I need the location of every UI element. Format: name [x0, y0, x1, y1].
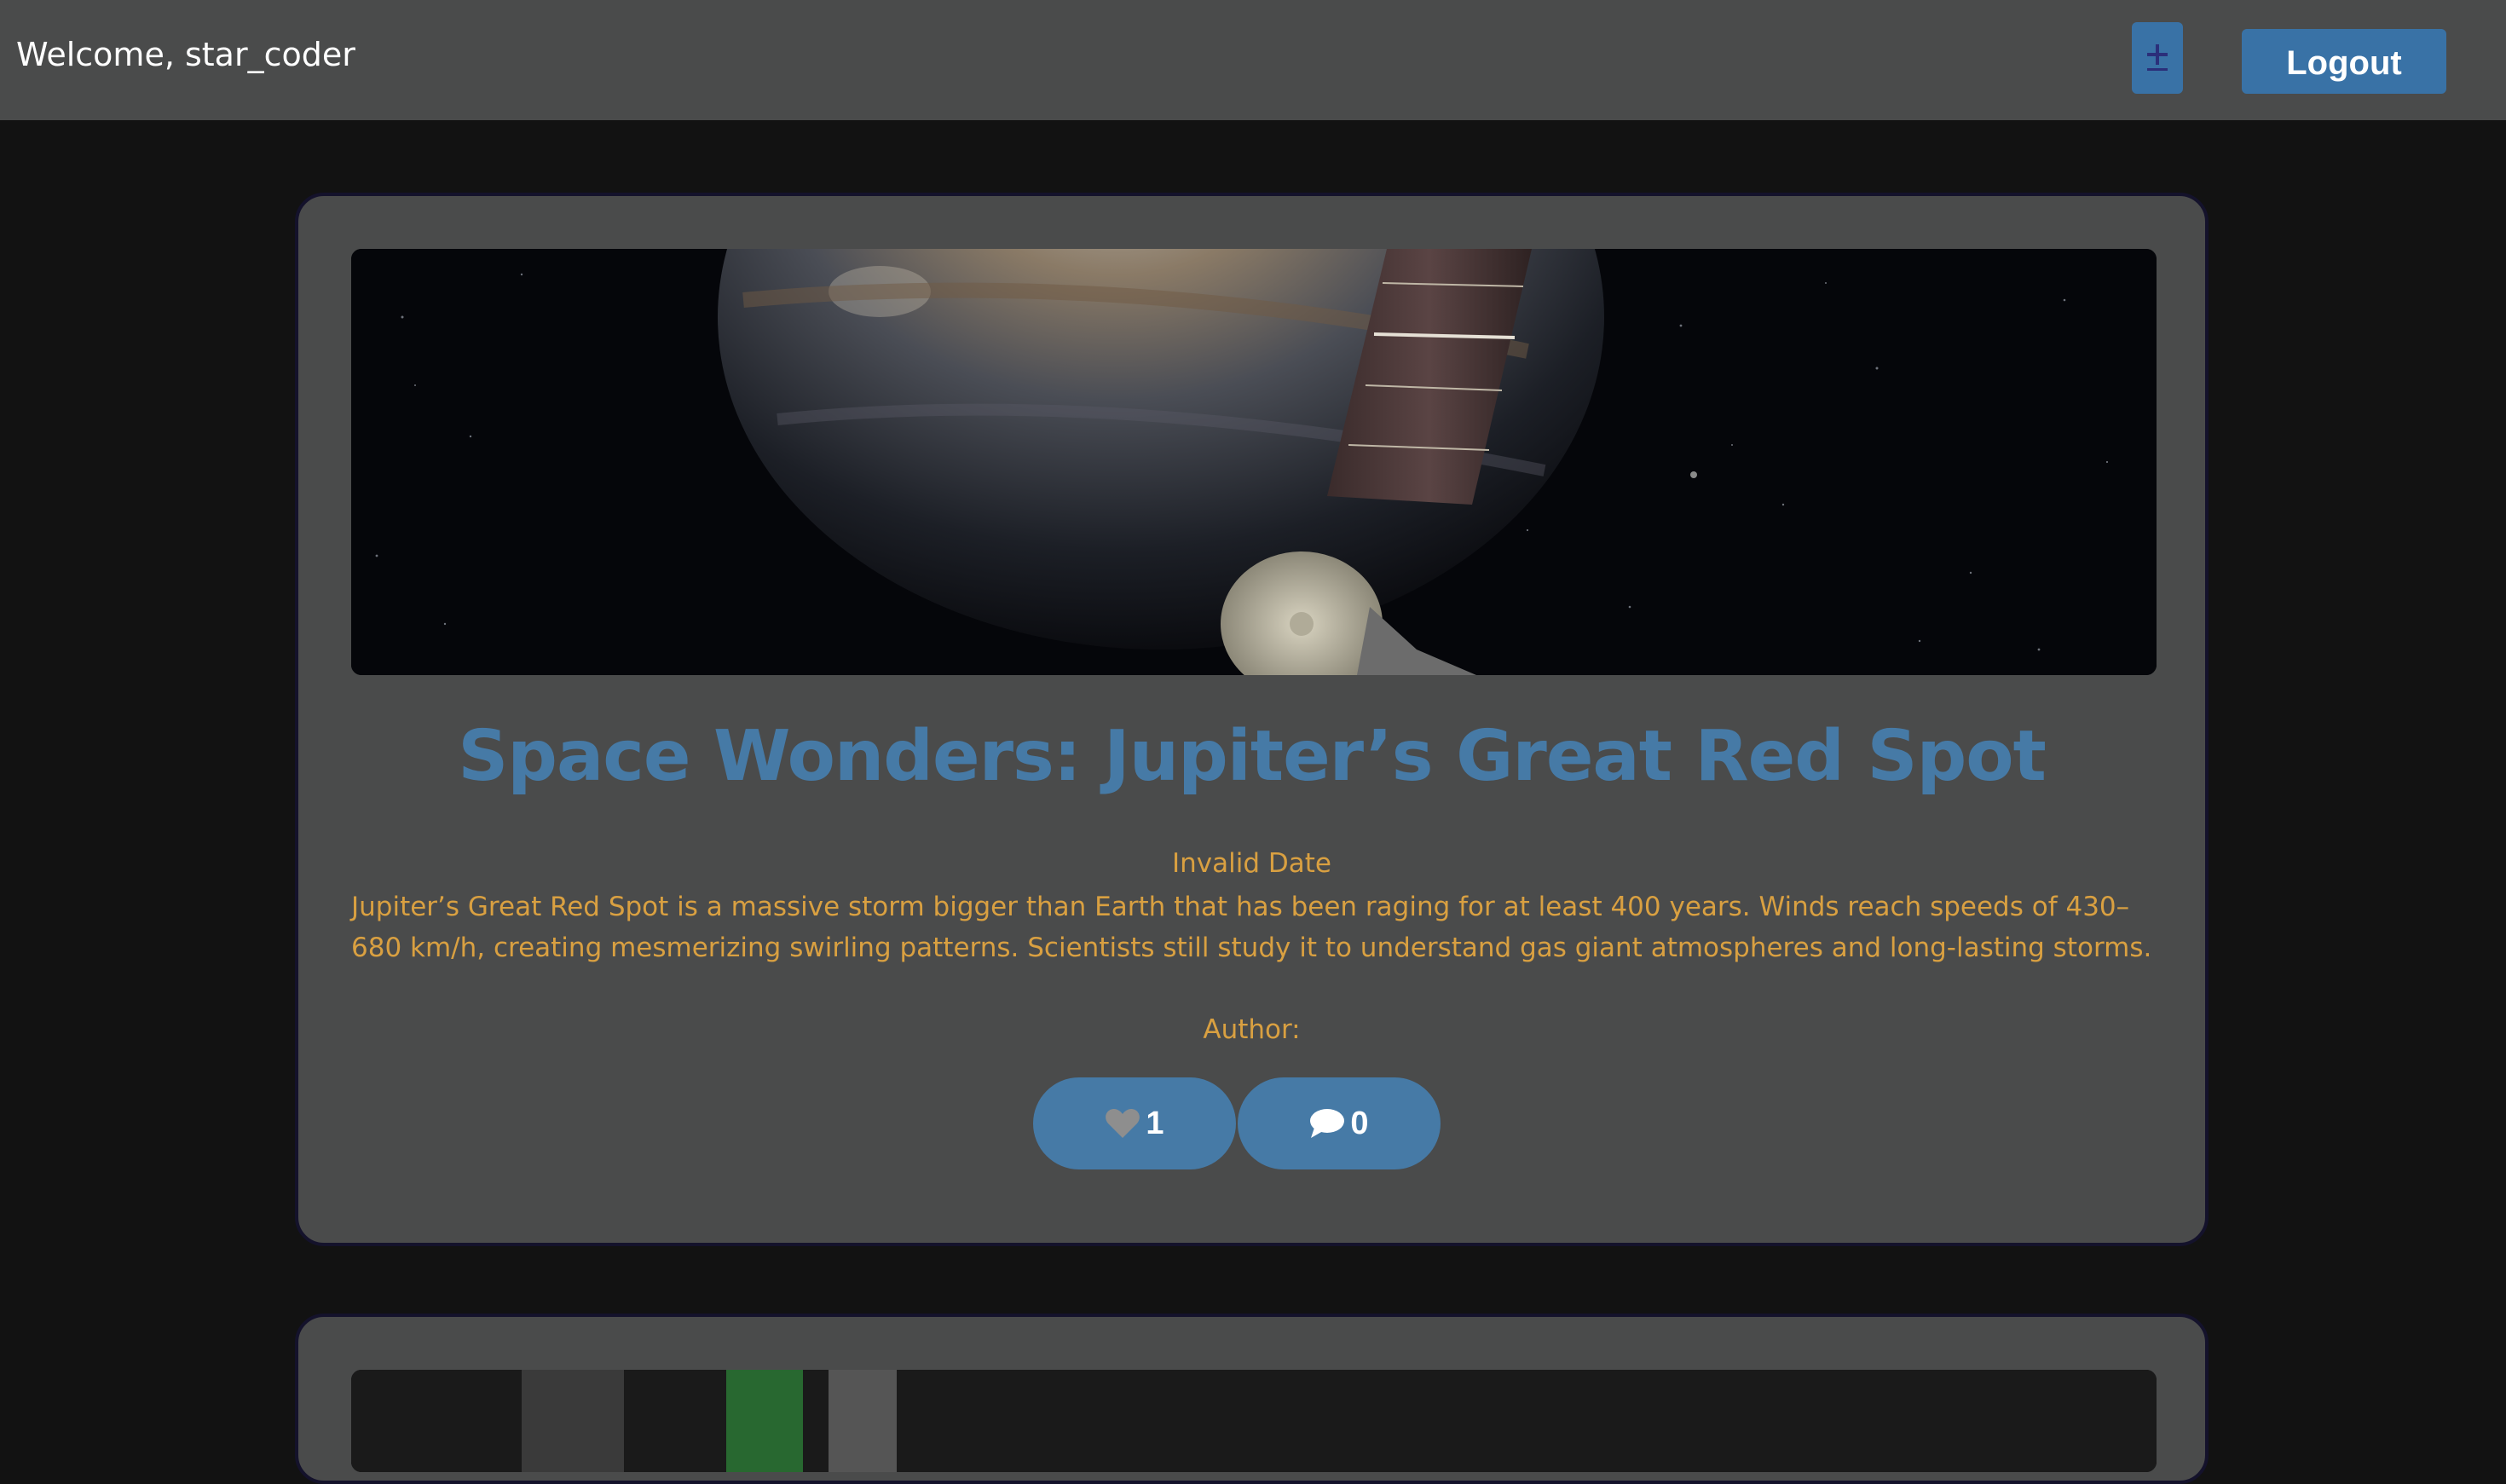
like-count: 1: [1146, 1105, 1164, 1141]
post-author: Author:: [1203, 1014, 1301, 1045]
comment-icon: [1309, 1107, 1345, 1140]
post-image: [351, 1370, 2157, 1472]
plus-minus-icon: [2145, 41, 2170, 75]
welcome-message: Welcome, star_coder: [16, 36, 355, 73]
post-image: [351, 249, 2157, 675]
post-card: Space Wonders: Jupiter’s Great Red Spot …: [295, 193, 2209, 1246]
post-title[interactable]: Space Wonders: Jupiter’s Great Red Spot: [298, 716, 2205, 797]
post-card: [295, 1314, 2209, 1484]
post-actions: 1 0: [1033, 1077, 1441, 1169]
comment-count: 0: [1350, 1105, 1369, 1141]
post-date: Invalid Date: [1172, 848, 1331, 879]
add-post-button[interactable]: [2132, 22, 2183, 94]
post-body: Jupiter’s Great Red Spot is a massive st…: [351, 892, 2152, 963]
heart-icon: [1105, 1107, 1140, 1140]
comment-button[interactable]: 0: [1238, 1077, 1441, 1169]
logout-button[interactable]: Logout: [2242, 29, 2446, 94]
like-button[interactable]: 1: [1033, 1077, 1236, 1169]
top-navbar: Welcome, star_coder Logout: [0, 0, 2506, 120]
